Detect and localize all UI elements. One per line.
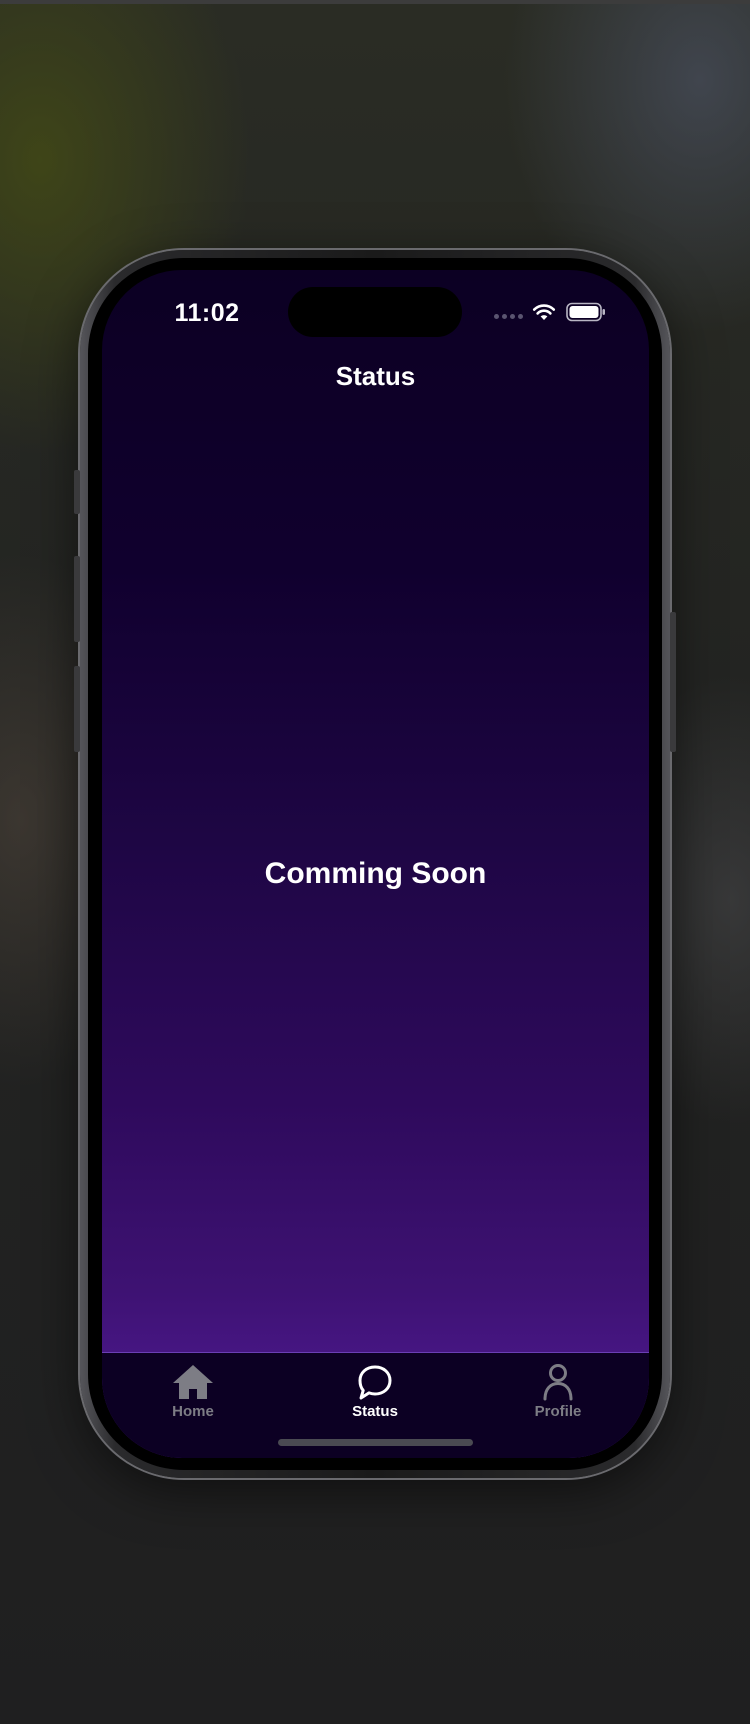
coming-soon-message: Comming Soon <box>264 857 487 890</box>
person-icon <box>543 1364 573 1401</box>
home-icon <box>173 1365 213 1399</box>
wifi-icon <box>532 304 556 320</box>
cellular-signal-icon <box>494 314 524 320</box>
chat-bubble-icon <box>358 1365 392 1400</box>
tab-home[interactable]: Home <box>133 1363 253 1423</box>
tab-home-label: Home <box>172 1403 214 1420</box>
tab-bar: Home Status Profile <box>102 1352 649 1458</box>
top-edge <box>0 0 750 4</box>
tab-status-label: Status <box>352 1403 398 1420</box>
power-button <box>670 612 676 752</box>
volume-down-button <box>74 666 80 752</box>
tab-profile[interactable]: Profile <box>498 1363 618 1423</box>
tab-profile-label: Profile <box>534 1403 582 1420</box>
silent-switch <box>74 470 80 514</box>
home-indicator[interactable] <box>278 1439 473 1446</box>
page-title: Status <box>335 361 416 391</box>
battery-full-icon <box>566 302 605 322</box>
volume-up-button <box>74 556 80 642</box>
status-bar-time: 11:02 <box>174 299 240 327</box>
tab-status[interactable]: Status <box>315 1363 435 1423</box>
app-screen: 11:02 Status Comming Soon Home Status Pr… <box>102 270 649 1458</box>
dynamic-island <box>288 287 462 337</box>
